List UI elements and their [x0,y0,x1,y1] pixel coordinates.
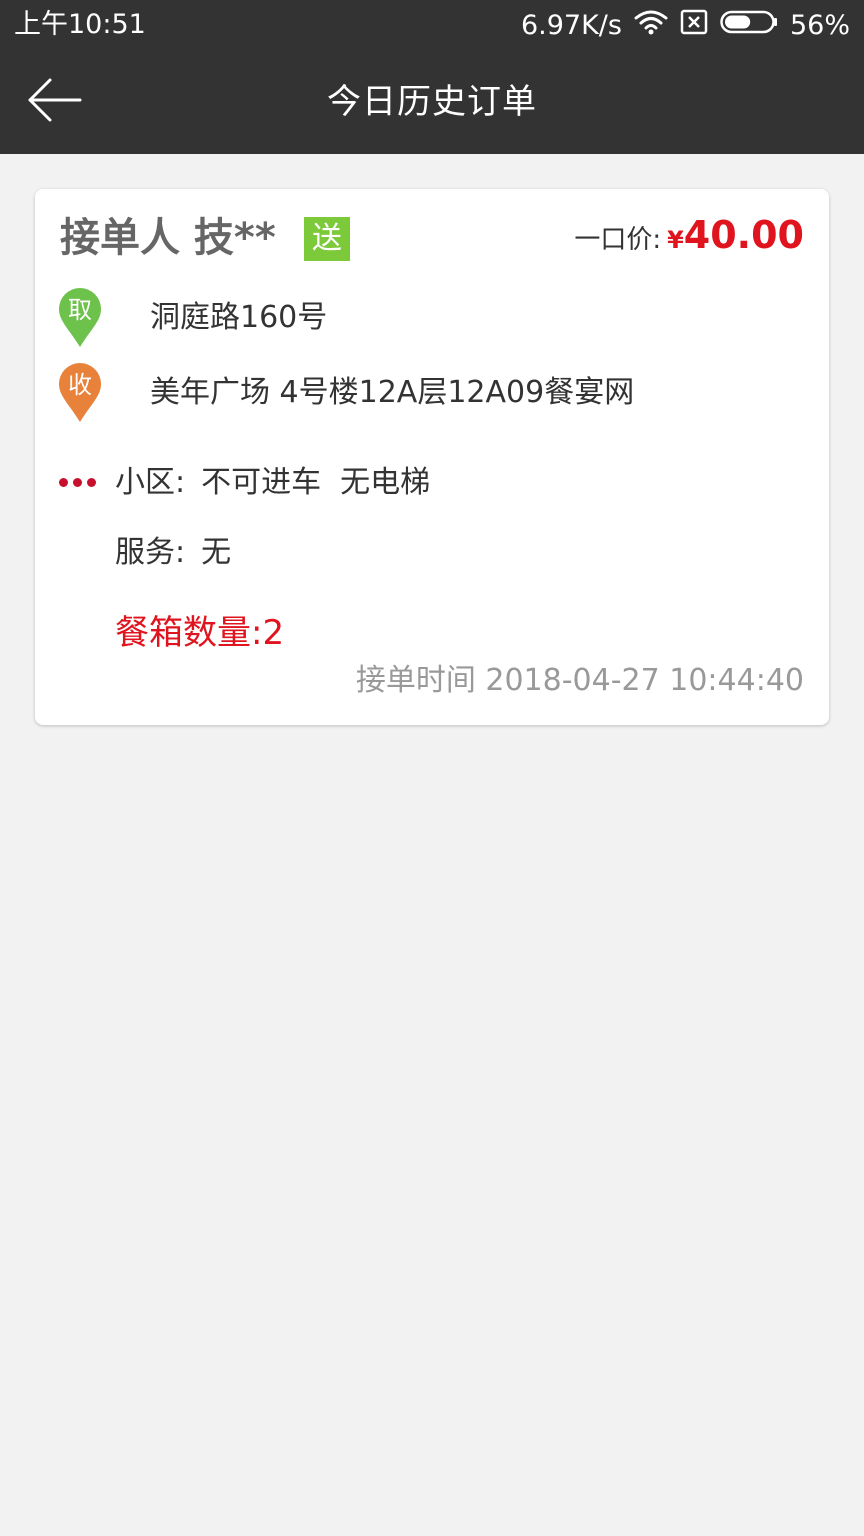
dropoff-badge: 收 [68,371,92,399]
receiver-label: 接单人 技** [60,215,276,261]
price-value: 40.00 [683,213,804,257]
pickup-badge: 取 [68,296,92,324]
box-count-label: 餐箱数量: [115,613,263,653]
page-title: 今日历史订单 [327,82,537,122]
sim-x-icon [680,9,708,42]
delivery-tag: 送 [304,217,350,261]
pickup-address: 洞庭路160号 [150,300,328,335]
status-bar: 上午10:51 6.97K/s 56% [0,0,864,50]
dropoff-address: 美年广场 4号楼12A层12A09餐宴网 [150,375,635,410]
community-label: 小区: [115,465,186,500]
order-card[interactable]: 接单人 技** 送 一口价: ¥ 40.00 取 洞庭路160号 收 美年广场 … [35,189,829,725]
service-label: 服务: [115,535,186,570]
price-currency: ¥ [667,226,684,254]
status-indicators: 6.97K/s 56% [521,8,850,42]
accept-time: 接单时间 2018-04-27 10:44:40 [355,663,804,698]
service-value: 无 [201,535,232,570]
price-label: 一口价: [574,225,662,255]
battery-icon [720,10,778,41]
community-value: 不可进车 无电梯 [201,465,431,500]
wifi-icon [634,9,668,42]
battery-percent: 56% [789,9,850,41]
pickup-pin-icon: 取 [57,287,103,349]
service-row: 服务: 无 [115,533,231,573]
status-time: 上午10:51 [14,9,146,40]
network-speed: 6.97K/s [520,9,622,41]
app-bar: 今日历史订单 [0,50,864,154]
price-block: 一口价: ¥ 40.00 [574,213,804,267]
dropoff-pin-icon: 收 [57,362,103,424]
community-row: 小区: 不可进车 无电梯 [115,463,430,503]
more-dots-icon [59,478,101,487]
box-count: 餐箱数量:2 [115,611,284,655]
box-count-value: 2 [262,613,285,653]
